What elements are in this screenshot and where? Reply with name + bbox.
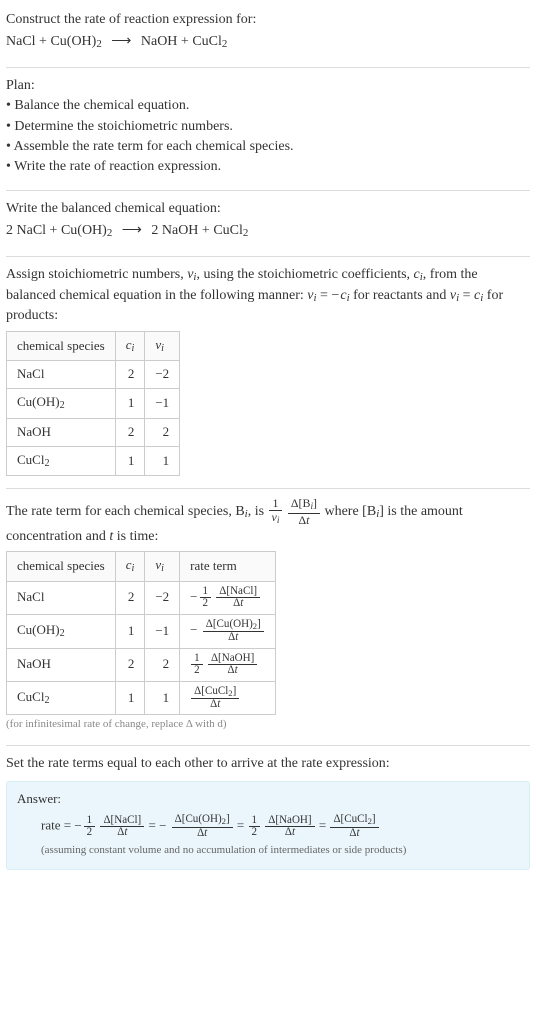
answer-note: (assuming constant volume and no accumul… <box>41 843 519 859</box>
table-row: Cu(OH)2 1 −1 <box>7 389 180 419</box>
plan-item: Determine the stoichiometric numbers. <box>6 117 530 137</box>
table-row: NaCl 2 −2 <box>7 361 180 389</box>
col-vi: νi <box>145 552 180 582</box>
table-row: NaOH 2 2 12 Δ[NaOH]Δt <box>7 648 276 681</box>
cell-rate-term: 12 Δ[NaOH]Δt <box>180 648 276 681</box>
cell-rate-term: Δ[CuCl2]Δt <box>180 681 276 715</box>
plan-block: Plan: Balance the chemical equation. Det… <box>6 72 530 185</box>
plan-item: Write the rate of reaction expression. <box>6 157 530 177</box>
cell-ci: 2 <box>115 361 145 389</box>
text: , is <box>248 504 268 519</box>
plan-item: Balance the chemical equation. <box>6 96 530 116</box>
cell-ci: 2 <box>115 581 145 614</box>
cell-species: CuCl2 <box>7 681 116 715</box>
cell-ci: 1 <box>115 389 145 419</box>
arrow-icon: ⟶ <box>116 223 148 238</box>
cell-ci: 1 <box>115 681 145 715</box>
cell-species: Cu(OH)2 <box>7 614 116 648</box>
set-equal-block: Set the rate terms equal to each other t… <box>6 750 530 878</box>
answer-box: Answer: rate = −12 Δ[NaCl]Δt = − Δ[Cu(OH… <box>6 781 530 870</box>
cell-species: NaOH <box>7 418 116 446</box>
table-row: NaCl 2 −2 −12 Δ[NaCl]Δt <box>7 581 276 614</box>
cell-vi: 2 <box>145 648 180 681</box>
text: , using the stoichiometric coefficients, <box>196 267 413 282</box>
cell-species: CuCl2 <box>7 446 116 476</box>
cell-ci: 1 <box>115 614 145 648</box>
text: is time: <box>113 529 158 544</box>
col-species: chemical species <box>7 552 116 582</box>
set-equal-text: Set the rate terms equal to each other t… <box>6 754 530 774</box>
text: The rate term for each chemical species,… <box>6 504 245 519</box>
cell-species: NaOH <box>7 648 116 681</box>
question-block: Construct the rate of reaction expressio… <box>6 6 530 63</box>
balanced-block: Write the balanced chemical equation: 2 … <box>6 195 530 252</box>
table-header-row: chemical species ci νi rate term <box>7 552 276 582</box>
cell-vi: −2 <box>145 361 180 389</box>
stoich-table: chemical species ci νi NaCl 2 −2 Cu(OH)2… <box>6 331 180 477</box>
coeff: 2 <box>151 223 158 238</box>
rate-term-block: The rate term for each chemical species,… <box>6 493 530 741</box>
text: Assign stoichiometric numbers, <box>6 267 187 282</box>
table-row: CuCl2 1 1 <box>7 446 180 476</box>
answer-equation: rate = −12 Δ[NaCl]Δt = − Δ[Cu(OH)2]Δt = … <box>41 814 519 839</box>
plan-item: Assemble the rate term for each chemical… <box>6 137 530 157</box>
cell-species: NaCl <box>7 361 116 389</box>
plan-list: Balance the chemical equation. Determine… <box>6 96 530 177</box>
cell-vi: −2 <box>145 581 180 614</box>
divider <box>6 256 530 257</box>
cell-species: NaCl <box>7 581 116 614</box>
divider <box>6 67 530 68</box>
text: where [B <box>324 504 376 519</box>
unbalanced-equation: NaCl + Cu(OH)2 ⟶ NaOH + CuCl2 <box>6 32 530 53</box>
cell-vi: −1 <box>145 614 180 648</box>
table-row: NaOH 2 2 <box>7 418 180 446</box>
rate-term-table: chemical species ci νi rate term NaCl 2 … <box>6 551 276 715</box>
answer-label: Answer: <box>17 790 519 809</box>
balanced-equation: 2 NaCl + Cu(OH)2 ⟶ 2 NaOH + CuCl2 <box>6 221 530 242</box>
infinitesimal-hint: (for infinitesimal rate of change, repla… <box>6 717 530 733</box>
cell-species: Cu(OH)2 <box>7 389 116 419</box>
arrow-icon: ⟶ <box>105 34 137 49</box>
divider <box>6 745 530 746</box>
cell-vi: 1 <box>145 446 180 476</box>
rate-term-text: The rate term for each chemical species,… <box>6 497 530 547</box>
divider <box>6 190 530 191</box>
col-ci: ci <box>115 552 145 582</box>
cell-ci: 2 <box>115 648 145 681</box>
cell-rate-term: −12 Δ[NaCl]Δt <box>180 581 276 614</box>
col-ci: ci <box>115 331 145 361</box>
frac-one-over-nu: 1 νi <box>269 497 283 526</box>
text: for reactants and <box>350 288 450 303</box>
cell-vi: −1 <box>145 389 180 419</box>
table-row: CuCl2 1 1 Δ[CuCl2]Δt <box>7 681 276 715</box>
divider <box>6 488 530 489</box>
table-row: Cu(OH)2 1 −1 − Δ[Cu(OH)2]Δt <box>7 614 276 648</box>
col-species: chemical species <box>7 331 116 361</box>
cell-ci: 1 <box>115 446 145 476</box>
cell-vi: 1 <box>145 681 180 715</box>
col-rate-term: rate term <box>180 552 276 582</box>
assign-block: Assign stoichiometric numbers, νi , using… <box>6 261 530 485</box>
coeff: 2 <box>6 223 13 238</box>
frac-dBi-dt: Δ[Bi] Δt <box>288 497 320 526</box>
col-vi: νi <box>145 331 180 361</box>
balanced-intro: Write the balanced chemical equation: <box>6 199 530 219</box>
assign-text: Assign stoichiometric numbers, νi, using… <box>6 265 530 327</box>
cell-vi: 2 <box>145 418 180 446</box>
question-prompt: Construct the rate of reaction expressio… <box>6 10 530 30</box>
plan-title: Plan: <box>6 76 530 96</box>
worksheet-page: Construct the rate of reaction expressio… <box>0 0 536 890</box>
cell-ci: 2 <box>115 418 145 446</box>
table-header-row: chemical species ci νi <box>7 331 180 361</box>
cell-rate-term: − Δ[Cu(OH)2]Δt <box>180 614 276 648</box>
